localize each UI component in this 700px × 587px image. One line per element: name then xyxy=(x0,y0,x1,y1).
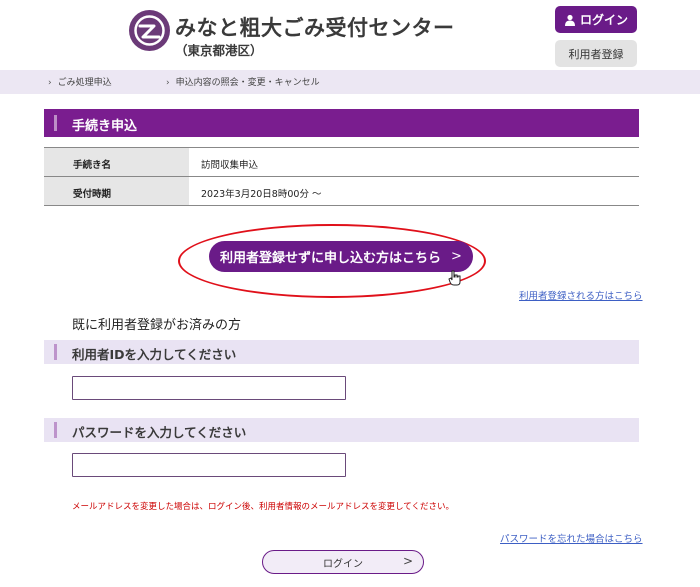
row-label: 手続き名 xyxy=(44,148,189,176)
row-value: 2023年3月20日8時00分 ～ xyxy=(201,189,322,200)
submit-label: ログイン xyxy=(323,558,363,570)
row-value: 訪問収集申込 xyxy=(201,160,259,171)
site-subtitle: （東京都港区） xyxy=(175,43,263,58)
password-label: パスワードを入力してください xyxy=(44,418,639,442)
row-label: 受付時期 xyxy=(44,177,189,205)
apply-without-registration-button[interactable]: 利用者登録せずに申し込む方はこちら > xyxy=(209,241,473,272)
nav-item-label: ごみ処理申込 xyxy=(57,78,112,88)
nav-item-label: 申込内容の照会・変更・キャンセル xyxy=(175,78,320,88)
login-submit-button[interactable]: ログイン > xyxy=(262,550,424,574)
already-registered-heading: 既に利用者登録がお済みの方 xyxy=(72,318,242,333)
chevron-right-icon: › xyxy=(166,78,170,88)
site-header: みなと粗大ごみ受付センター （東京都港区） ログイン 利用者登録 xyxy=(0,0,700,70)
nav-bar: › ごみ処理申込 › 申込内容の照会・変更・キャンセル xyxy=(0,70,700,94)
email-change-notice: メールアドレスを変更した場合は、ログイン後、利用者情報のメールアドレスを変更して… xyxy=(72,502,454,512)
site-title: みなと粗大ごみ受付センター xyxy=(175,16,455,40)
nav-item-garbage-request[interactable]: › ごみ処理申込 xyxy=(48,75,112,88)
chevron-right-icon: > xyxy=(402,554,413,568)
table-row: 手続き名 訪問収集申込 xyxy=(44,148,639,177)
chevron-right-icon: > xyxy=(451,249,462,264)
section-title: 手続き申込 xyxy=(44,109,639,137)
procedure-info-table: 手続き名 訪問収集申込 受付時期 2023年3月20日8時00分 ～ xyxy=(44,147,639,206)
hand-cursor-icon xyxy=(448,270,461,286)
user-id-input[interactable] xyxy=(72,376,346,400)
cta-label: 利用者登録せずに申し込む方はこちら xyxy=(220,251,442,266)
user-icon xyxy=(564,14,575,26)
chevron-right-icon: › xyxy=(48,78,52,88)
user-id-label: 利用者IDを入力してください xyxy=(44,340,639,364)
register-link[interactable]: 利用者登録される方はこちら xyxy=(519,288,643,302)
logo-icon xyxy=(129,10,170,51)
password-input[interactable] xyxy=(72,453,346,477)
forgot-password-link[interactable]: パスワードを忘れた場合はこちら xyxy=(500,531,643,545)
header-register-button[interactable]: 利用者登録 xyxy=(555,40,637,67)
table-row: 受付時期 2023年3月20日8時00分 ～ xyxy=(44,177,639,206)
nav-item-inquiry[interactable]: › 申込内容の照会・変更・キャンセル xyxy=(166,75,320,88)
header-login-button[interactable]: ログイン xyxy=(555,6,637,33)
header-login-label: ログイン xyxy=(579,13,628,27)
